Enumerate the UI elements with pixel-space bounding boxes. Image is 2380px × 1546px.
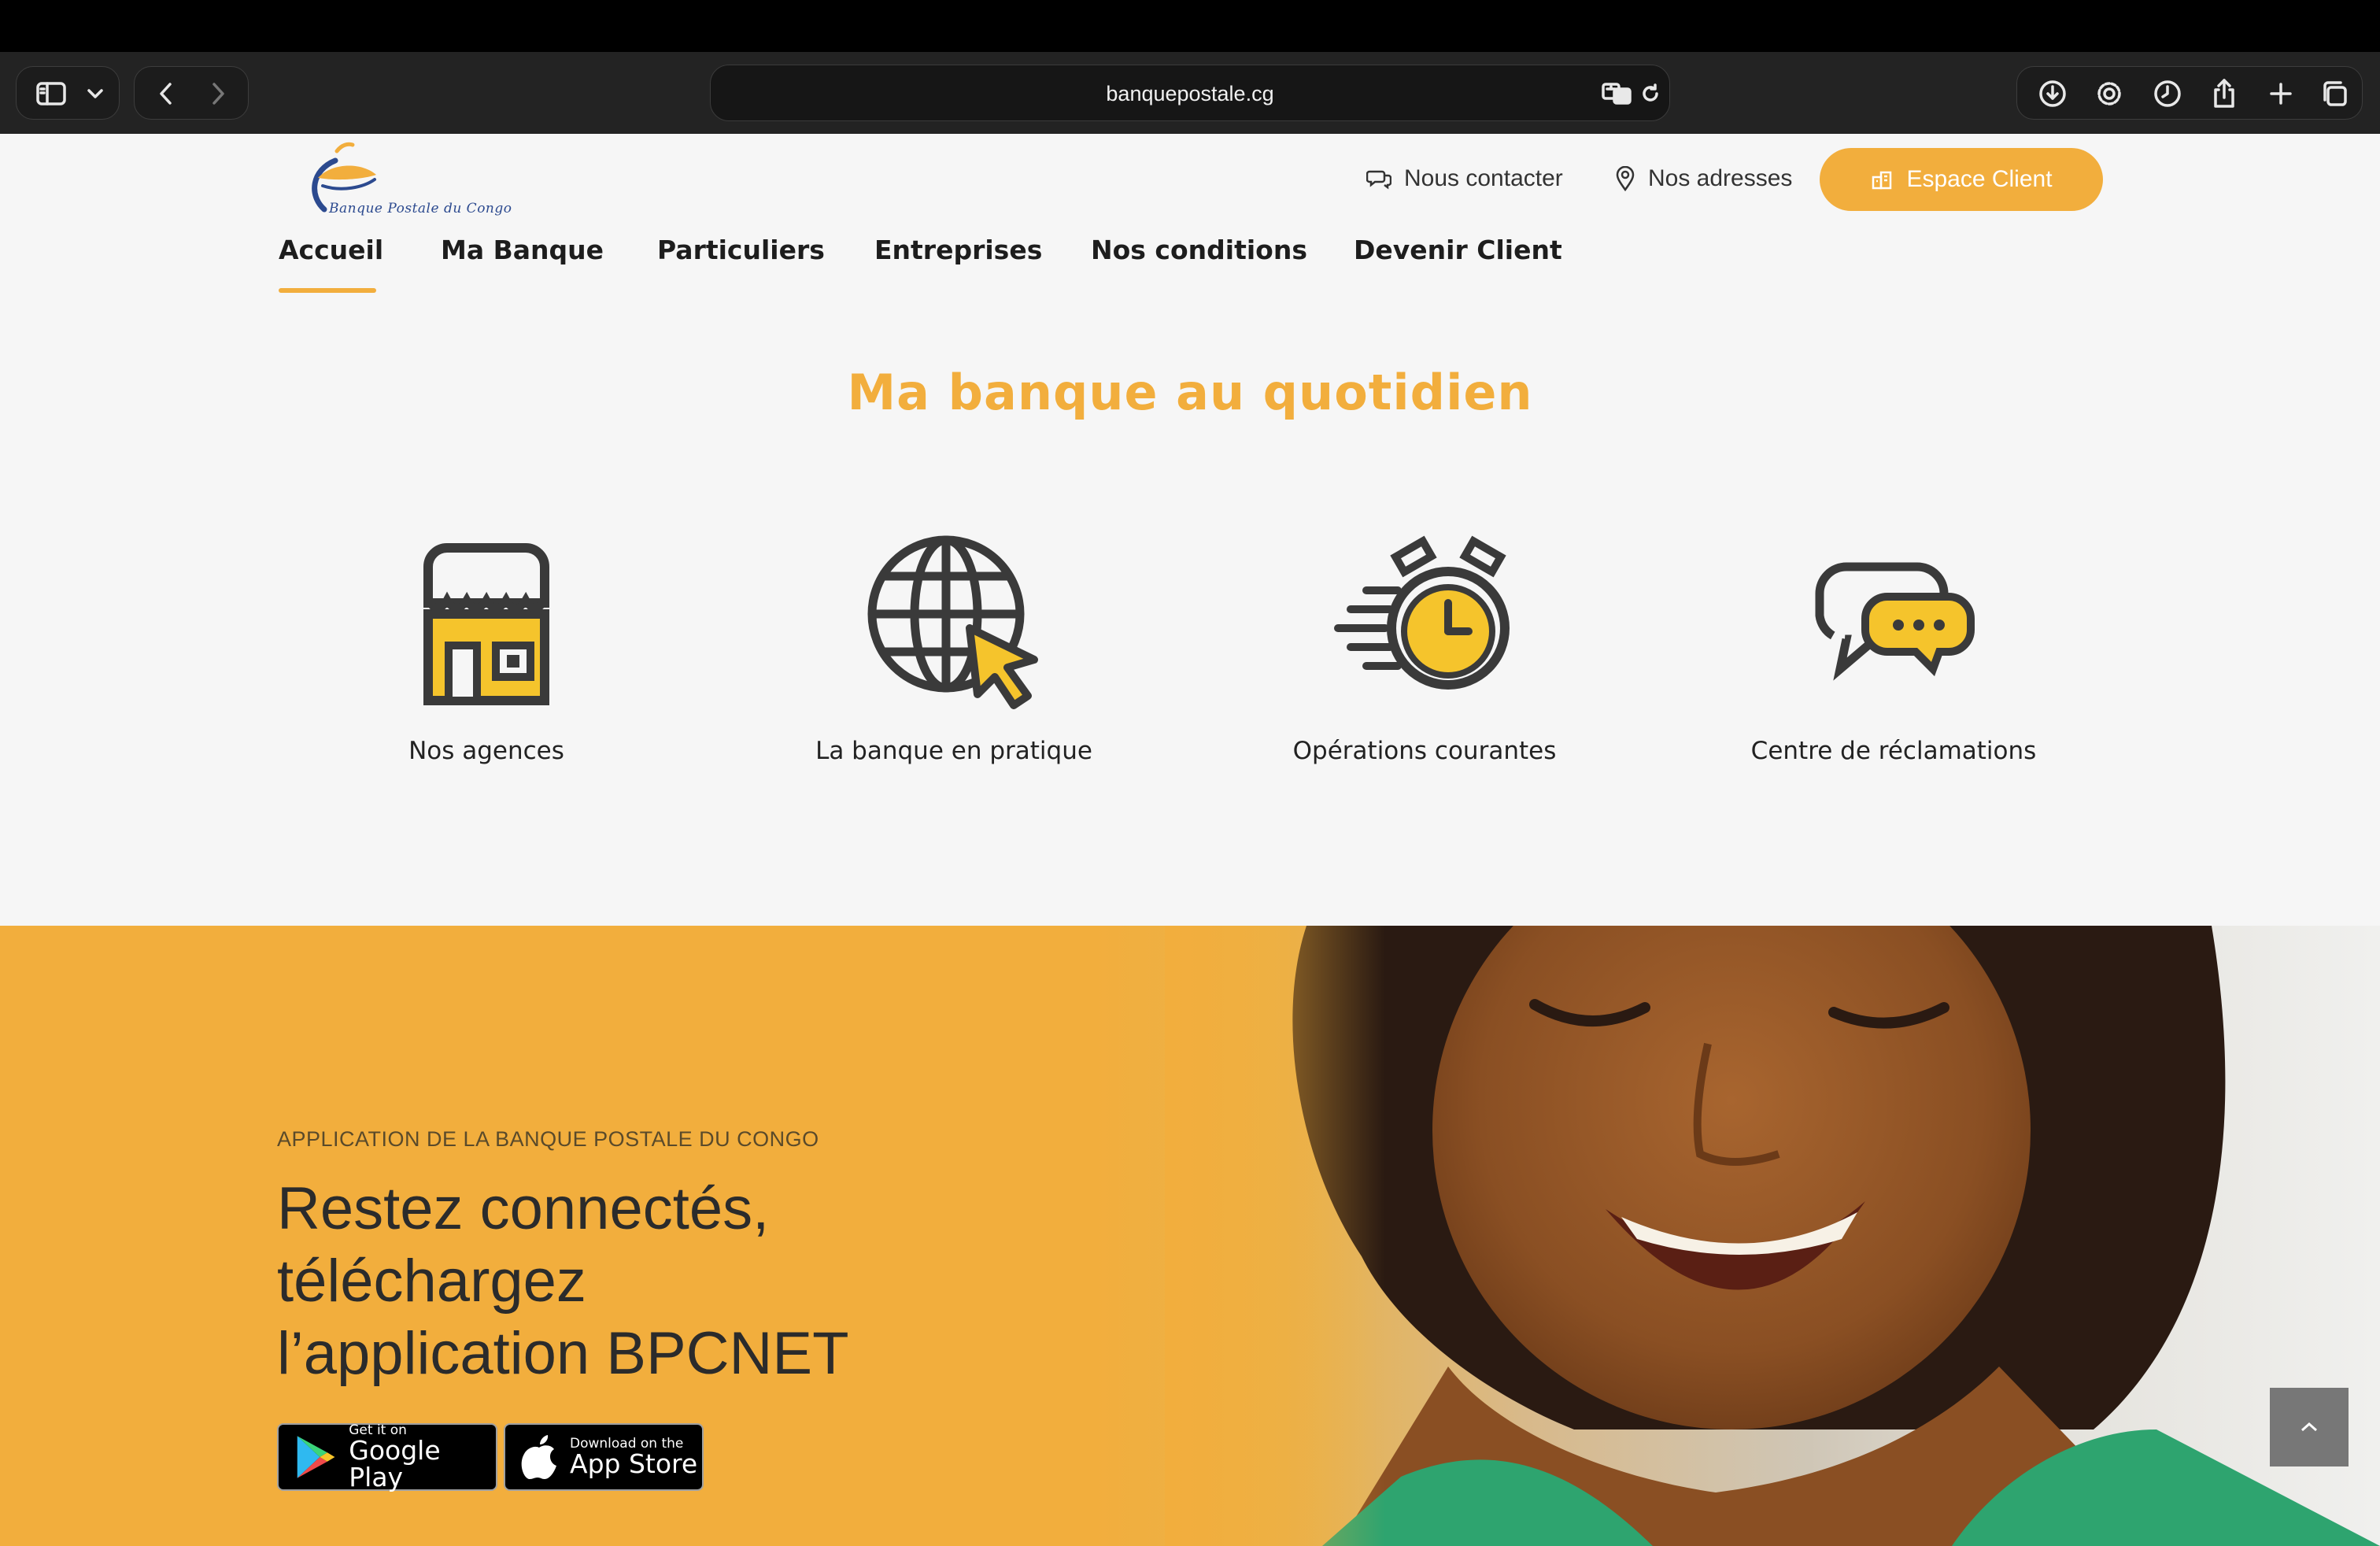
history-icon[interactable] <box>2140 67 2195 120</box>
logo-text: Banque Postale du Congo <box>329 201 512 216</box>
section-title: Ma banque au quotidien <box>847 364 1533 421</box>
scroll-to-top-button[interactable] <box>2270 1388 2349 1466</box>
contact-link[interactable]: Nous contacter <box>1366 159 1563 198</box>
translate-icon[interactable] <box>1600 67 1635 120</box>
feature-centre-reclamations[interactable]: Centre de réclamations <box>1697 527 2090 765</box>
google-play-button[interactable]: Get it on Google Play <box>277 1423 497 1491</box>
tab-overview-icon[interactable] <box>2308 67 2360 120</box>
chat-icon <box>1366 170 1391 190</box>
feature-label: Centre de réclamations <box>1750 737 2037 765</box>
headline-line: Restez connectés, <box>277 1175 770 1242</box>
address-bar[interactable]: banquepostale.cg <box>710 65 1670 121</box>
feature-label: Opérations courantes <box>1292 737 1557 765</box>
apple-icon <box>521 1435 556 1479</box>
contact-label: Nous contacter <box>1404 165 1563 191</box>
banner-headline: Restez connectés, téléchargez l’applicat… <box>277 1173 985 1390</box>
feature-banque-pratique[interactable]: La banque en pratique <box>757 527 1151 765</box>
download-icon[interactable] <box>2025 67 2080 120</box>
toolbar-actions <box>2016 66 2363 120</box>
chat-bubbles-icon <box>1799 527 1988 716</box>
app-store-button[interactable]: Download on the App Store <box>504 1423 704 1491</box>
headline-line: l’application BPCNET <box>277 1320 849 1387</box>
share-icon[interactable] <box>2197 67 2252 120</box>
espace-client-label: Espace Client <box>1906 166 2053 192</box>
nav-devenir-client[interactable]: Devenir Client <box>1354 228 1562 272</box>
forward-icon[interactable] <box>194 67 242 120</box>
new-tab-icon[interactable] <box>2253 67 2308 120</box>
nav-active-indicator <box>279 288 376 293</box>
nav-accueil[interactable]: Accueil <box>279 228 383 272</box>
feature-label: La banque en pratique <box>815 737 1092 765</box>
reload-icon[interactable] <box>1636 67 1665 120</box>
back-icon[interactable] <box>142 67 190 120</box>
feature-nos-agences[interactable]: Nos agences <box>290 527 683 765</box>
globe-cursor-icon <box>859 527 1048 716</box>
chevron-up-icon <box>2301 1422 2317 1432</box>
storefront-icon <box>392 527 581 716</box>
sidebar-icon[interactable] <box>28 67 75 120</box>
os-menu-bar <box>0 0 2380 52</box>
url-text: banquepostale.cg <box>1106 82 1274 105</box>
gear-icon[interactable] <box>2082 67 2137 120</box>
chevron-down-icon[interactable] <box>79 67 111 120</box>
browser-toolbar: banquepostale.cg <box>0 52 2380 134</box>
addresses-label: Nos adresses <box>1648 165 1793 191</box>
nav-nos-conditions[interactable]: Nos conditions <box>1091 228 1307 272</box>
stopwatch-icon <box>1330 527 1519 716</box>
addresses-link[interactable]: Nos adresses <box>1615 159 1792 198</box>
headline-line: téléchargez <box>277 1248 586 1315</box>
google-play-icon <box>297 1436 335 1478</box>
nav-entreprises[interactable]: Entreprises <box>874 228 1042 272</box>
feature-label: Nos agences <box>408 737 564 765</box>
feature-operations-courantes[interactable]: Opérations courantes <box>1228 527 1621 765</box>
banner-eyebrow: APPLICATION DE LA BANQUE POSTALE DU CONG… <box>277 1127 819 1151</box>
sidebar-toggle-group[interactable] <box>16 66 120 120</box>
user-building-icon <box>1872 171 1892 190</box>
nav-particuliers[interactable]: Particuliers <box>657 228 825 272</box>
nav-ma-banque[interactable]: Ma Banque <box>441 228 604 272</box>
history-nav-group <box>134 66 249 120</box>
app-store-big: App Store <box>570 1448 698 1479</box>
espace-client-button[interactable]: Espace Client <box>1820 148 2103 211</box>
map-pin-icon <box>1616 166 1635 191</box>
google-play-big: Google Play <box>349 1435 441 1492</box>
smiling-woman-photo <box>1165 926 2380 1546</box>
